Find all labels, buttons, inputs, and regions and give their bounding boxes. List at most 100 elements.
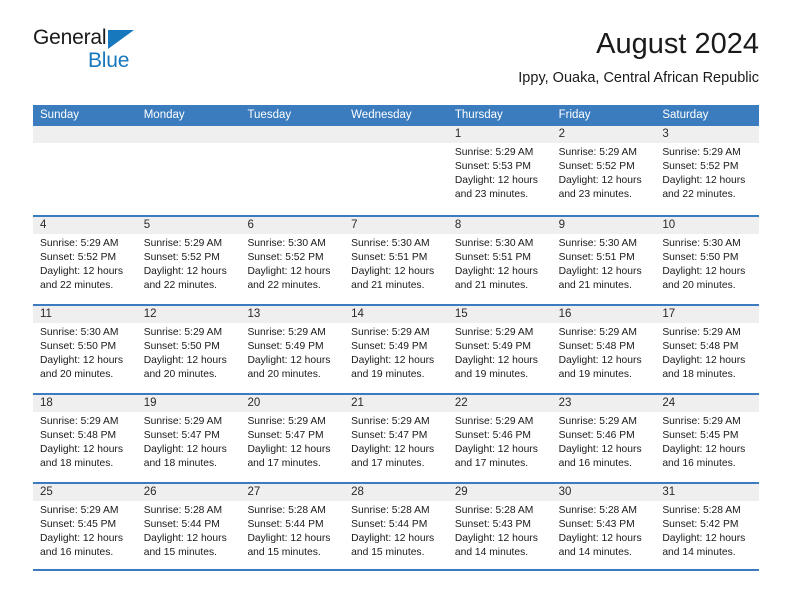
day-detail-line: Sunset: 5:50 PM	[40, 341, 117, 353]
calendar-day-cell[interactable]: 16 Sunrise: 5:29 AM Sunset: 5:48 PM Dayligh…	[551, 306, 656, 393]
calendar-day-cell[interactable]: 23 Sunrise: 5:29 AM Sunset: 5:46 PM Dayligh…	[551, 395, 656, 482]
day-detail-line: and 20 minutes.	[662, 280, 736, 292]
day-details: Sunrise: 5:29 AM Sunset: 5:49 PM Daylight:…	[448, 323, 552, 382]
day-details: Sunrise: 5:29 AM Sunset: 5:52 PM Daylight:…	[33, 234, 137, 293]
calendar-day-cell[interactable]: 17 Sunrise: 5:29 AM Sunset: 5:48 PM Dayligh…	[655, 306, 760, 393]
calendar-day-cell[interactable]: 21 Sunrise: 5:29 AM Sunset: 5:47 PM Dayligh…	[344, 395, 448, 482]
day-detail-line: and 20 minutes.	[40, 369, 114, 381]
day-detail-line: and 18 minutes.	[40, 458, 114, 470]
calendar-day-cell[interactable]: 11 Sunrise: 5:30 AM Sunset: 5:50 PM Dayligh…	[33, 306, 137, 393]
day-details	[344, 143, 448, 146]
day-detail-line: and 17 minutes.	[454, 458, 529, 470]
calendar-day-cell[interactable]: 18 Sunrise: 5:29 AM Sunset: 5:48 PM Dayligh…	[33, 395, 137, 482]
day-number: 17	[655, 306, 760, 323]
day-detail-line: Sunset: 5:53 PM	[454, 161, 532, 173]
calendar-day-cell[interactable]: 13 Sunrise: 5:29 AM Sunset: 5:49 PM Dayligh…	[240, 306, 345, 393]
day-detail-line: Daylight: 12 hours	[558, 444, 642, 456]
day-detail-line: and 18 minutes.	[143, 458, 217, 470]
day-details: Sunrise: 5:29 AM Sunset: 5:45 PM Daylight:…	[655, 412, 759, 471]
calendar-day-cell[interactable]: 25 Sunrise: 5:29 AM Sunset: 5:45 PM Dayligh…	[33, 484, 137, 569]
calendar-day-cell[interactable]: 12 Sunrise: 5:29 AM Sunset: 5:50 PM Dayligh…	[136, 306, 241, 393]
brand-name-general: General	[33, 26, 107, 49]
day-details: Sunrise: 5:29 AM Sunset: 5:47 PM Daylight:…	[344, 412, 448, 471]
day-number: 1	[447, 126, 552, 143]
day-detail-line: Daylight: 12 hours	[143, 533, 227, 545]
page-title: August 2024	[596, 28, 759, 60]
day-of-week-header: Sunday Monday Tuesday Wednesday Thursday Frid…	[33, 105, 759, 126]
calendar-day-cell[interactable]: 2 Sunrise: 5:29 AM Sunset: 5:52 PM Daylight…	[551, 126, 656, 215]
calendar-day-cell[interactable]: 9 Sunrise: 5:30 AM Sunset: 5:51 PM Daylight…	[551, 217, 656, 304]
day-details: Sunrise: 5:29 AM Sunset: 5:48 PM Daylight:…	[33, 412, 137, 471]
calendar-day-cell[interactable]: 8 Sunrise: 5:30 AM Sunset: 5:51 PM Daylight…	[447, 217, 552, 304]
day-detail-line: Sunrise: 5:29 AM	[662, 416, 741, 427]
day-detail-line: and 18 minutes.	[662, 369, 736, 381]
calendar-day-cell[interactable]: 1 Sunrise: 5:29 AM Sunset: 5:53 PM Daylight…	[447, 126, 552, 215]
day-number: 12	[136, 306, 241, 323]
calendar-day-cell[interactable]: 20 Sunrise: 5:29 AM Sunset: 5:47 PM Dayligh…	[240, 395, 345, 482]
day-number: 16	[551, 306, 656, 323]
calendar-day-cell[interactable]: 7 Sunrise: 5:30 AM Sunset: 5:51 PM Daylight…	[344, 217, 448, 304]
day-detail-line: Sunset: 5:44 PM	[351, 519, 428, 531]
day-number: 21	[344, 395, 448, 412]
day-number	[33, 126, 137, 143]
day-detail-line: Sunrise: 5:29 AM	[351, 327, 430, 338]
day-detail-line: Sunset: 5:52 PM	[247, 252, 324, 264]
calendar-day-cell[interactable]: 19 Sunrise: 5:29 AM Sunset: 5:47 PM Dayligh…	[136, 395, 241, 482]
day-details: Sunrise: 5:28 AM Sunset: 5:42 PM Daylight:…	[655, 501, 759, 560]
calendar-day-cell[interactable]: 22 Sunrise: 5:29 AM Sunset: 5:46 PM Dayligh…	[447, 395, 552, 482]
day-detail-line: Sunrise: 5:30 AM	[351, 238, 430, 249]
day-details: Sunrise: 5:29 AM Sunset: 5:48 PM Daylight:…	[655, 323, 759, 382]
day-detail-line: Sunset: 5:46 PM	[454, 430, 532, 442]
calendar-day-cell[interactable]: 15 Sunrise: 5:29 AM Sunset: 5:49 PM Dayligh…	[447, 306, 552, 393]
calendar-day-cell[interactable]: 24 Sunrise: 5:29 AM Sunset: 5:45 PM Dayligh…	[655, 395, 760, 482]
day-detail-line: and 14 minutes.	[558, 547, 632, 559]
day-detail-line: Sunrise: 5:29 AM	[40, 238, 119, 249]
calendar-day-cell[interactable]: 3 Sunrise: 5:29 AM Sunset: 5:52 PM Daylight…	[655, 126, 760, 215]
calendar-day-cell[interactable]: 31 Sunrise: 5:28 AM Sunset: 5:42 PM Dayligh…	[655, 484, 760, 569]
day-detail-line: Sunset: 5:44 PM	[247, 519, 324, 531]
day-detail-line: Sunrise: 5:29 AM	[558, 327, 638, 338]
day-detail-line: Sunrise: 5:30 AM	[558, 238, 638, 249]
calendar-day-cell[interactable]: 26 Sunrise: 5:28 AM Sunset: 5:44 PM Dayligh…	[136, 484, 241, 569]
calendar-day-cell[interactable]: 29 Sunrise: 5:28 AM Sunset: 5:43 PM Dayligh…	[447, 484, 552, 569]
day-number	[136, 126, 241, 143]
day-details: Sunrise: 5:28 AM Sunset: 5:44 PM Daylight:…	[137, 501, 241, 560]
day-detail-line: Daylight: 12 hours	[351, 444, 435, 456]
day-details: Sunrise: 5:29 AM Sunset: 5:49 PM Daylight:…	[240, 323, 344, 382]
day-detail-line: Sunrise: 5:30 AM	[40, 327, 119, 338]
day-detail-line: Sunrise: 5:29 AM	[454, 147, 534, 158]
day-details: Sunrise: 5:29 AM Sunset: 5:53 PM Daylight:…	[448, 143, 552, 202]
day-detail-line: Daylight: 12 hours	[454, 533, 538, 545]
day-detail-line: Sunrise: 5:28 AM	[351, 505, 430, 516]
day-detail-line: Daylight: 12 hours	[558, 175, 642, 187]
day-detail-line: Daylight: 12 hours	[351, 355, 435, 367]
brand-logo[interactable]: General Blue	[33, 26, 263, 82]
calendar-week-row: 25 Sunrise: 5:29 AM Sunset: 5:45 PM Dayligh…	[33, 482, 760, 571]
day-details: Sunrise: 5:29 AM Sunset: 5:46 PM Daylight:…	[552, 412, 656, 471]
calendar-day-cell[interactable]: 14 Sunrise: 5:29 AM Sunset: 5:49 PM Dayligh…	[344, 306, 448, 393]
day-detail-line: Daylight: 12 hours	[40, 533, 123, 545]
calendar-day-cell[interactable]: 6 Sunrise: 5:30 AM Sunset: 5:52 PM Daylight…	[240, 217, 345, 304]
calendar-day-cell[interactable]: 5 Sunrise: 5:29 AM Sunset: 5:52 PM Daylight…	[136, 217, 241, 304]
day-number: 30	[551, 484, 656, 501]
day-details: Sunrise: 5:29 AM Sunset: 5:48 PM Daylight:…	[552, 323, 656, 382]
calendar-day-cell[interactable]: 28 Sunrise: 5:28 AM Sunset: 5:44 PM Dayligh…	[344, 484, 448, 569]
day-detail-line: Sunrise: 5:29 AM	[143, 238, 223, 249]
day-detail-line: and 23 minutes.	[454, 189, 529, 201]
day-detail-line: Sunset: 5:44 PM	[143, 519, 220, 531]
day-detail-line: and 14 minutes.	[454, 547, 529, 559]
calendar-day-cell[interactable]: 30 Sunrise: 5:28 AM Sunset: 5:43 PM Dayligh…	[551, 484, 656, 569]
page-header: General Blue August 2024 Ippy, Ouaka, Ce…	[33, 26, 759, 98]
day-detail-line: and 19 minutes.	[454, 369, 529, 381]
day-detail-line: and 21 minutes.	[351, 280, 425, 292]
day-number: 8	[447, 217, 552, 234]
day-detail-line: and 22 minutes.	[143, 280, 217, 292]
day-number: 13	[240, 306, 345, 323]
calendar-day-cell[interactable]: 10 Sunrise: 5:30 AM Sunset: 5:50 PM Dayligh…	[655, 217, 760, 304]
day-details: Sunrise: 5:30 AM Sunset: 5:51 PM Daylight:…	[552, 234, 656, 293]
day-details: Sunrise: 5:30 AM Sunset: 5:52 PM Daylight:…	[240, 234, 344, 293]
day-detail-line: Sunrise: 5:28 AM	[558, 505, 638, 516]
day-of-week-wednesday: Wednesday	[351, 109, 412, 121]
calendar-day-cell[interactable]: 27 Sunrise: 5:28 AM Sunset: 5:44 PM Dayligh…	[240, 484, 345, 569]
calendar-day-cell[interactable]: 4 Sunrise: 5:29 AM Sunset: 5:52 PM Daylight…	[33, 217, 137, 304]
